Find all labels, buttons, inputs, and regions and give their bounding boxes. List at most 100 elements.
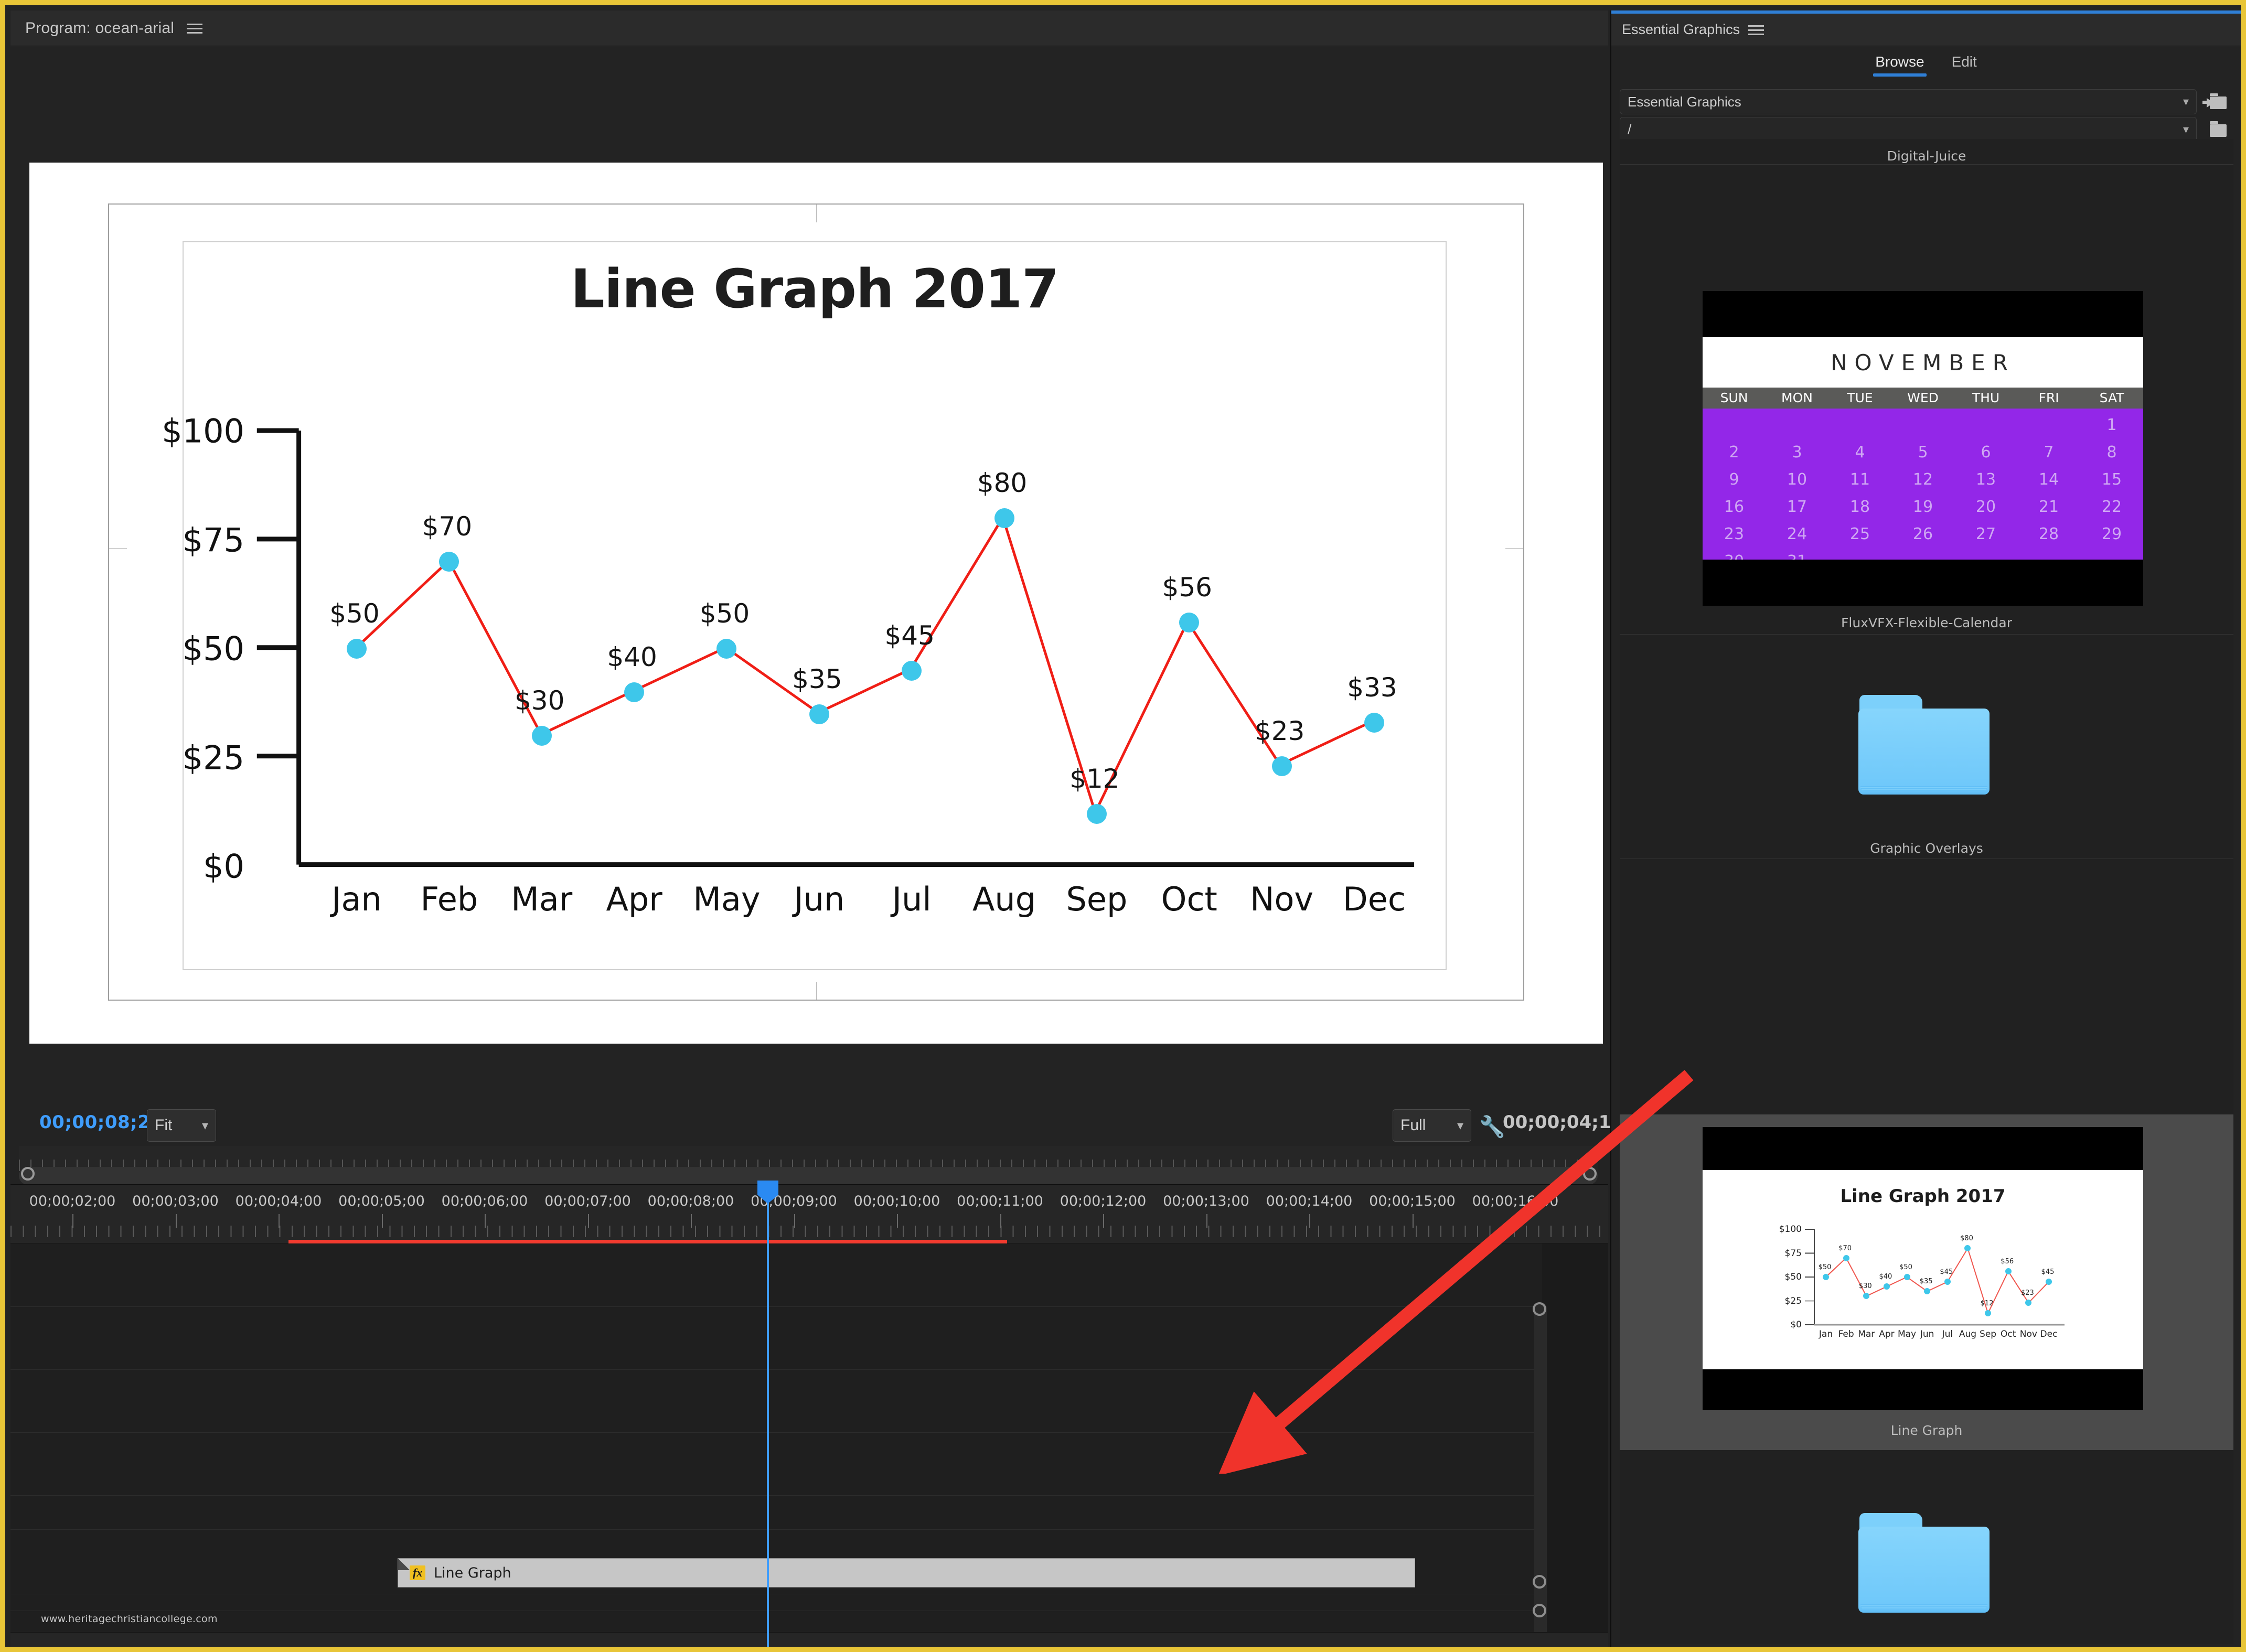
graphic-thumbnail-line-graph: Line Graph 2017 $100 $75 $50 $25 $0 $50 Jan $70…: [1703, 1127, 2143, 1410]
calendar-day-cell: 13: [1975, 470, 1996, 489]
timeline-vertical-scrollbar[interactable]: [1533, 1302, 1547, 1647]
thumb-data-point: [1883, 1283, 1890, 1290]
zoom-level-value: Fit: [155, 1117, 173, 1134]
scrub-handle-left[interactable]: [21, 1167, 35, 1181]
data-point-label: $33: [1347, 672, 1397, 703]
calendar-dow-label: FRI: [2038, 390, 2059, 405]
calendar-week-row: 9 10 11 12 13 14 15: [1703, 466, 2143, 494]
calendar-day-cell: 18: [1849, 498, 1870, 516]
graphic-thumbnail-calendar[interactable]: NOVEMBER SUN MON TUE WED THU FRI SAT 123456789…: [1703, 291, 2143, 606]
library-select-value: Essential Graphics: [1628, 93, 1741, 110]
calendar-dow-row: SUN MON TUE WED THU FRI SAT: [1703, 388, 2143, 409]
calendar-dow-label: THU: [1972, 390, 2000, 405]
path-select[interactable]: / ▾: [1620, 117, 2197, 142]
thumb-data-label: $45: [2041, 1268, 2055, 1276]
timeline-major-tick: [1309, 1214, 1310, 1228]
program-canvas-frame[interactable]: Line Graph 2017 $100 $75 $50 $25 $0 $50 Jan $70…: [108, 203, 1524, 1001]
data-point-label: $80: [977, 468, 1028, 498]
hamburger-icon[interactable]: [187, 22, 203, 35]
current-timecode[interactable]: 00;00;08;27: [39, 1112, 163, 1133]
thumbnail-chart-canvas: Line Graph 2017 $100 $75 $50 $25 $0 $50 Jan $70…: [1703, 1170, 2143, 1369]
data-point-label: $12: [1069, 764, 1120, 795]
timeline-ruler-label: 00;00;10;00: [853, 1193, 940, 1209]
duration-timecode[interactable]: 00;00;04;16: [1503, 1112, 1623, 1133]
calendar-day-cell: 15: [2101, 470, 2122, 489]
playback-resolution-select[interactable]: Full ▾: [1393, 1109, 1471, 1142]
data-point-marker: [531, 726, 552, 746]
calendar-day-cell: 21: [2038, 498, 2059, 516]
guide-left: [109, 548, 127, 549]
essential-graphics-tabs: Browse Edit: [1611, 50, 2241, 85]
calendar-dow-label: SUN: [1720, 390, 1748, 405]
folder-icon-bottom[interactable]: [1858, 1513, 1990, 1613]
data-point-label: $56: [1162, 572, 1212, 603]
graphics-browser-list[interactable]: Digital-Juice NOVEMBER SUN MON TUE WED THU FR…: [1620, 139, 2233, 1644]
zoom-level-select[interactable]: Fit ▾: [147, 1109, 216, 1142]
library-select[interactable]: Essential Graphics ▾: [1620, 89, 2197, 114]
guide-right: [1505, 548, 1523, 549]
folder-icon[interactable]: [2206, 118, 2230, 141]
scroll-handle-bottom[interactable]: [1533, 1604, 1546, 1617]
essential-graphics-title: Essential Graphics: [1622, 22, 1740, 37]
folder-icon-graphic-overlays[interactable]: [1858, 695, 1990, 795]
thumb-data-point: [1903, 1274, 1910, 1280]
line-chart-graphic[interactable]: Line Graph 2017 $100 $75 $50 $25 $0 $50 Jan $70…: [162, 241, 1447, 970]
y-axis-tick-label: $25: [182, 738, 244, 777]
tab-browse[interactable]: Browse: [1872, 50, 1927, 77]
data-point-marker: [994, 508, 1014, 528]
data-point-marker: [439, 552, 459, 572]
calendar-day-cell: 2: [1729, 443, 1739, 462]
guide-bottom: [816, 982, 817, 1000]
data-point-label: $35: [792, 663, 842, 694]
thumb-y-tick-label: $75: [1784, 1248, 1802, 1259]
timeline-clip-line-graph[interactable]: fx Line Graph: [398, 1558, 1415, 1587]
calendar-dow-label: SAT: [2099, 390, 2124, 405]
chevron-down-icon: ▾: [2183, 95, 2189, 108]
graphic-item-line-graph[interactable]: Line Graph 2017 $100 $75 $50 $25 $0 $50 Jan $70…: [1620, 1114, 2233, 1450]
import-folder-icon[interactable]: [2202, 90, 2230, 113]
data-point-marker: [902, 660, 922, 681]
scroll-handle-mid[interactable]: [1533, 1575, 1546, 1589]
calendar-day-cell: [1891, 412, 1954, 439]
thumb-data-label: $30: [1858, 1282, 1872, 1291]
calendar-day-cell: 4: [1855, 443, 1865, 462]
data-point-label: $40: [607, 642, 657, 672]
calendar-dow-label: TUE: [1847, 390, 1873, 405]
calendar-day-cell: [1954, 412, 2017, 439]
timeline-major-tick: [1206, 1214, 1207, 1228]
item-caption-line-graph: Line Graph: [1890, 1423, 1963, 1438]
data-point-marker: [624, 682, 645, 702]
data-point-label: $23: [1254, 716, 1305, 747]
tab-edit[interactable]: Edit: [1949, 50, 1980, 77]
y-axis-tick-label: $50: [182, 629, 244, 668]
calendar-week-row: 2 3 4 5 6 7 8: [1703, 439, 2143, 466]
thumb-y-tick-label: $50: [1784, 1272, 1802, 1282]
calendar-day-cell: [1766, 412, 1828, 439]
timeline-panel: 00;00;02;00 00;00;03;00 00;00;04;00 00;00;0…: [10, 1181, 1608, 1647]
divider: [1620, 634, 2233, 635]
timeline-playhead[interactable]: [757, 1181, 778, 1647]
thumb-x-tick-label: Feb: [1838, 1329, 1854, 1339]
premiere-pro-window: Program: ocean-arial Line Graph 2017 $10…: [0, 0, 2246, 1652]
timeline-ruler[interactable]: 00;00;02;00 00;00;03;00 00;00;04;00 00;00;0…: [10, 1185, 1608, 1245]
calendar-day-cell: 9: [1729, 470, 1739, 489]
timeline-major-tick: [587, 1214, 589, 1228]
hamburger-icon[interactable]: [1748, 24, 1764, 36]
program-monitor-scrollbar[interactable]: [19, 1167, 1598, 1185]
y-axis-tick-label: $100: [162, 412, 244, 450]
thumb-y-tick-label: $0: [1790, 1320, 1802, 1330]
scroll-handle-top[interactable]: [1533, 1302, 1546, 1316]
x-axis-tick-label: Oct: [1161, 880, 1217, 918]
scrub-handle-right[interactable]: [1583, 1167, 1597, 1181]
wrench-icon[interactable]: 🔧: [1479, 1114, 1505, 1139]
data-point-marker: [716, 639, 737, 659]
calendar-day-cell: 23: [1724, 525, 1745, 543]
calendar-day-cell: 29: [2101, 525, 2122, 543]
track-divider: [10, 1529, 1542, 1530]
item-caption-calendar: FluxVFX-Flexible-Calendar: [1841, 615, 2012, 630]
thumb-x-tick-label: Jun: [1920, 1329, 1934, 1339]
calendar-day-cell: 12: [1912, 470, 1933, 489]
calendar-day-cell: 25: [1849, 525, 1870, 543]
timeline-major-tick: [72, 1214, 73, 1228]
playback-resolution-value: Full: [1400, 1117, 1426, 1134]
